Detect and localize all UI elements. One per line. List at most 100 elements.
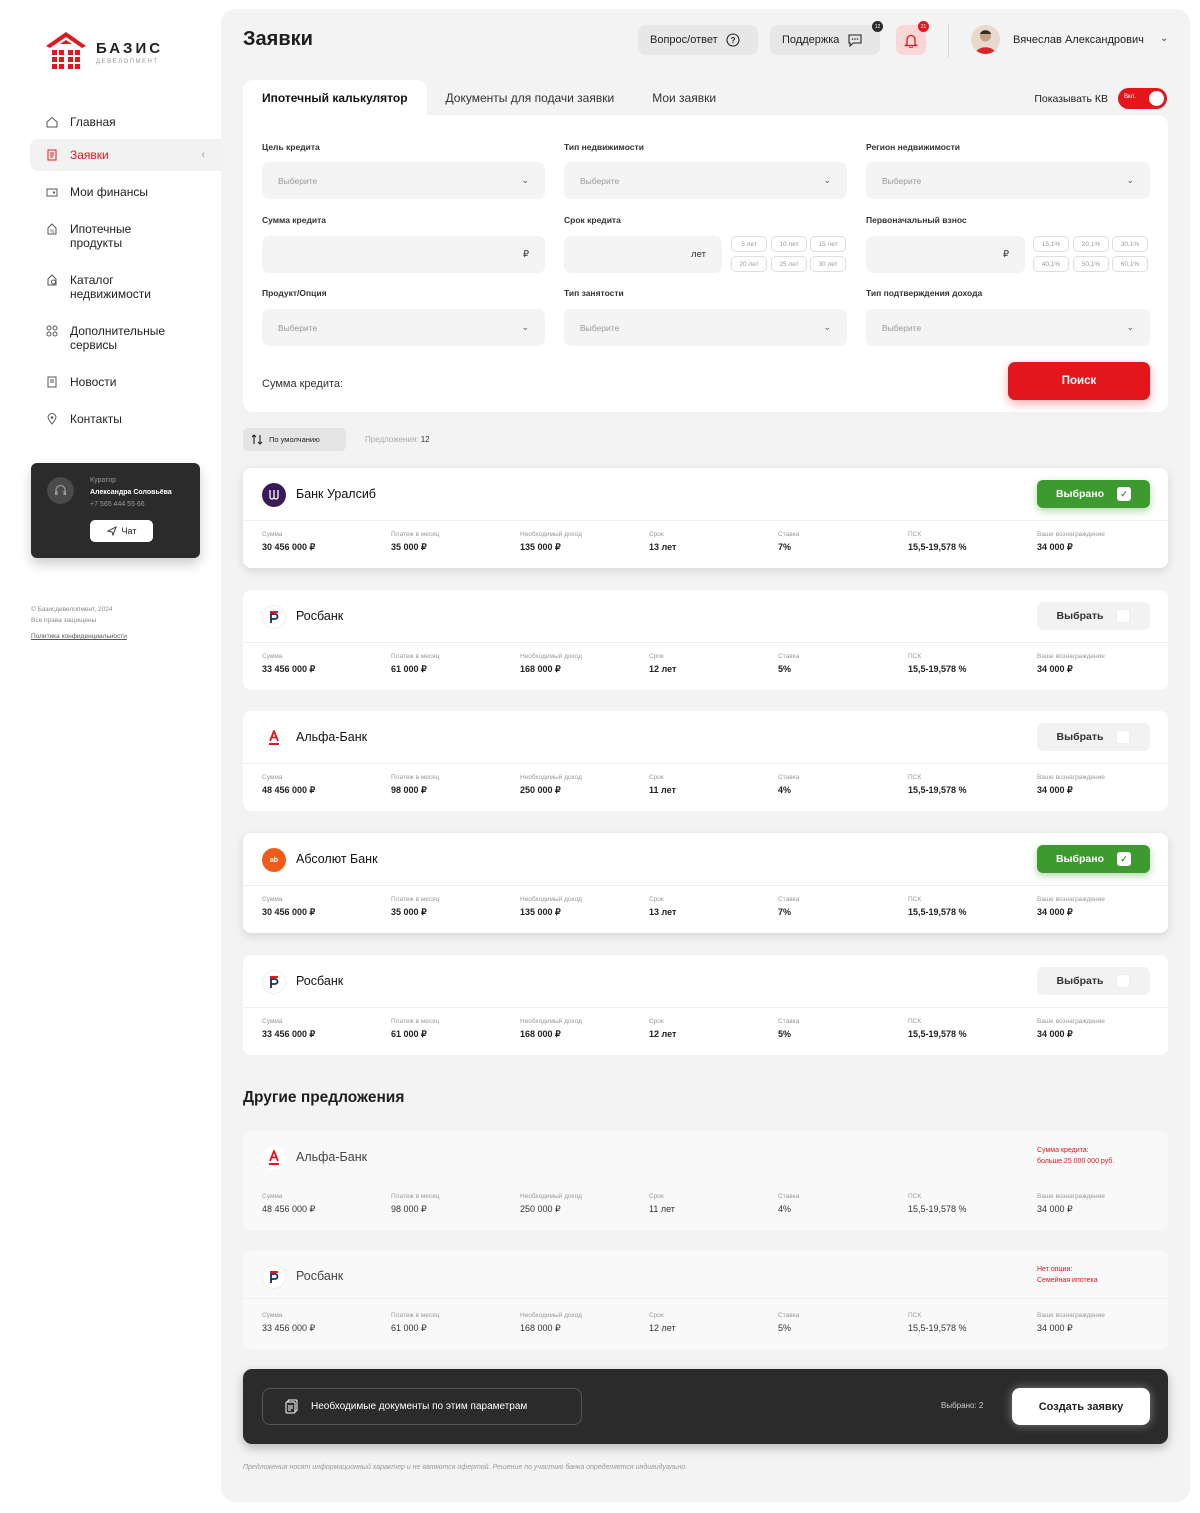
- kv-toggle-group: Показывать КВ Вкл.: [1034, 88, 1167, 109]
- offer-stat: Ставка 5%: [778, 653, 799, 674]
- bottom-bar: Необходимые документы по этим параметрам…: [243, 1369, 1168, 1444]
- required-docs-button[interactable]: Необходимые документы по этим параметрам: [262, 1388, 582, 1425]
- mortgage-calculator: Цель кредита Выберите ⌄ Тип недвижимости …: [243, 115, 1168, 412]
- send-icon: [106, 526, 117, 536]
- term-chip[interactable]: 20 лет: [731, 256, 767, 272]
- curator-name: Александра Соловьёва: [90, 489, 172, 496]
- stat-label: Ваше вознаграждение: [1037, 1312, 1105, 1319]
- stat-value: 4%: [778, 1204, 792, 1214]
- sidebar-item-services[interactable]: Дополнительные сервисы: [30, 315, 200, 361]
- property-type-select[interactable]: Выберите ⌄: [564, 162, 847, 199]
- required-docs-label: Необходимые документы по этим параметрам: [311, 1401, 528, 1412]
- sidebar-item-contacts[interactable]: Контакты: [30, 403, 221, 435]
- kv-label: Показывать КВ: [1034, 92, 1108, 105]
- logo[interactable]: БАЗИС ДЕВЕЛОПМЕНТ: [44, 30, 163, 74]
- main-panel: Заявки Вопрос/ответ ? Поддержка 12 21 Вя…: [221, 9, 1190, 1502]
- term-chip[interactable]: 15 лет: [810, 236, 846, 252]
- down-chip[interactable]: 30,1%: [1112, 236, 1148, 252]
- divider: [243, 642, 1168, 643]
- stat-label: Срок: [649, 1193, 664, 1200]
- offer-stat: ПСК 15,5-19,578 %: [908, 1193, 967, 1214]
- kv-toggle[interactable]: Вкл.: [1118, 88, 1167, 109]
- amount-input[interactable]: ₽: [262, 236, 545, 273]
- region-select[interactable]: Выберите ⌄: [866, 162, 1150, 199]
- stat-value: 168 000 ₽: [520, 1323, 561, 1333]
- offer-stat: Необходимый доход 168 000 ₽: [520, 1312, 582, 1334]
- income-label: Тип подтверждения дохода: [866, 288, 983, 298]
- term-chip[interactable]: 5 лет: [731, 236, 767, 252]
- sidebar-item-finances[interactable]: Мои финансы: [30, 176, 221, 208]
- support-button[interactable]: Поддержка: [770, 25, 880, 55]
- employment-select[interactable]: Выберите ⌄: [564, 309, 847, 346]
- chevron-left-icon: ‹: [201, 149, 205, 161]
- stat-value: 15,5-19,578 %: [908, 542, 967, 552]
- selected-button[interactable]: Выбрано ✓: [1037, 480, 1150, 508]
- term-input[interactable]: лет: [564, 236, 722, 273]
- sidebar-item-label: Мои финансы: [70, 185, 148, 199]
- chat-button[interactable]: Чат: [90, 520, 153, 542]
- home-icon: [46, 116, 58, 128]
- selected-button[interactable]: Выбрано ✓: [1037, 845, 1150, 873]
- goal-select[interactable]: Выберите ⌄: [262, 162, 545, 199]
- sidebar-item-label: Ипотечные продукты: [70, 222, 132, 250]
- down-chip[interactable]: 50,1%: [1073, 256, 1109, 272]
- sidebar-item-home[interactable]: Главная: [30, 106, 221, 138]
- sidebar-item-applications[interactable]: Заявки ‹: [30, 139, 221, 171]
- stat-label: Необходимый доход: [520, 1193, 582, 1200]
- divider: [243, 1007, 1168, 1008]
- tab-my-applications[interactable]: Мои заявки: [633, 80, 735, 116]
- svg-text:%: %: [50, 229, 55, 235]
- term-chip[interactable]: 10 лет: [771, 236, 807, 252]
- divider: [243, 1298, 1168, 1299]
- stat-label: Сумма: [262, 1018, 283, 1025]
- tab-calculator[interactable]: Ипотечный калькулятор: [243, 80, 427, 116]
- sort-label: По умолчанию: [269, 435, 320, 444]
- stat-label: Необходимый доход: [520, 531, 582, 538]
- term-chip[interactable]: 25 лет: [771, 256, 807, 272]
- search-button[interactable]: Поиск: [1008, 362, 1150, 400]
- offer-card: Росбанк Нет опции: Семейная ипотека Сумма 33…: [243, 1250, 1168, 1350]
- stat-label: Ваше вознаграждение: [1037, 774, 1105, 781]
- create-application-button[interactable]: Создать заявку: [1012, 1388, 1150, 1425]
- absolut-logo: ab: [262, 848, 286, 872]
- bank-name: Росбанк: [296, 609, 344, 623]
- faq-button[interactable]: Вопрос/ответ ?: [638, 25, 758, 55]
- sort-button[interactable]: По умолчанию: [243, 428, 346, 451]
- sidebar-item-catalog[interactable]: Каталог недвижимости: [30, 264, 180, 310]
- sidebar-item-mortgage-products[interactable]: % Ипотечные продукты: [30, 213, 150, 259]
- down-payment-input[interactable]: ₽: [866, 236, 1025, 273]
- chevron-down-icon: ⌄: [823, 322, 831, 332]
- divider: [243, 885, 1168, 886]
- user-name[interactable]: Вячеслав Александрович: [1013, 34, 1144, 46]
- offer-stat: Сумма 30 456 000 ₽: [262, 531, 315, 553]
- privacy-policy-link[interactable]: Политика конфиденциальности: [31, 633, 127, 640]
- product-select[interactable]: Выберите ⌄: [262, 309, 545, 346]
- stat-value: 33 456 000 ₽: [262, 1323, 316, 1333]
- stat-value: 33 456 000 ₽: [262, 664, 316, 674]
- region-label: Регион недвижимости: [866, 142, 960, 152]
- down-chip[interactable]: 15,1%: [1033, 236, 1069, 252]
- down-chip[interactable]: 40,1%: [1033, 256, 1069, 272]
- select-button[interactable]: Выбрать: [1037, 723, 1150, 751]
- tab-documents[interactable]: Документы для подачи заявки: [427, 80, 634, 116]
- checkbox-icon: [1116, 609, 1131, 623]
- page: БАЗИС ДЕВЕЛОПМЕНТ Главная Заявки ‹ Мои ф…: [0, 0, 1200, 1513]
- select-label: Выбрано: [1055, 853, 1105, 865]
- stat-value: 35 000 ₽: [391, 542, 427, 552]
- down-chip[interactable]: 20,1%: [1073, 236, 1109, 252]
- offer-stat: Ставка 7%: [778, 896, 799, 917]
- select-button[interactable]: Выбрать: [1037, 602, 1150, 630]
- offer-stat: Срок 13 лет: [649, 896, 676, 917]
- sidebar-item-label: Дополнительные сервисы: [70, 324, 165, 352]
- stat-label: Необходимый доход: [520, 653, 582, 660]
- avatar[interactable]: [971, 25, 1000, 54]
- stat-label: Необходимый доход: [520, 774, 582, 781]
- down-chip[interactable]: 60,1%: [1112, 256, 1148, 272]
- income-select[interactable]: Выберите ⌄: [866, 309, 1150, 346]
- chevron-down-icon[interactable]: ⌄: [1160, 33, 1168, 44]
- sidebar-item-news[interactable]: Новости: [30, 366, 221, 398]
- select-button[interactable]: Выбрать: [1037, 967, 1150, 995]
- stat-label: ПСК: [908, 1193, 922, 1200]
- term-chip[interactable]: 30 лет: [810, 256, 846, 272]
- curator-phone[interactable]: +7 565 444 55 66: [90, 501, 145, 508]
